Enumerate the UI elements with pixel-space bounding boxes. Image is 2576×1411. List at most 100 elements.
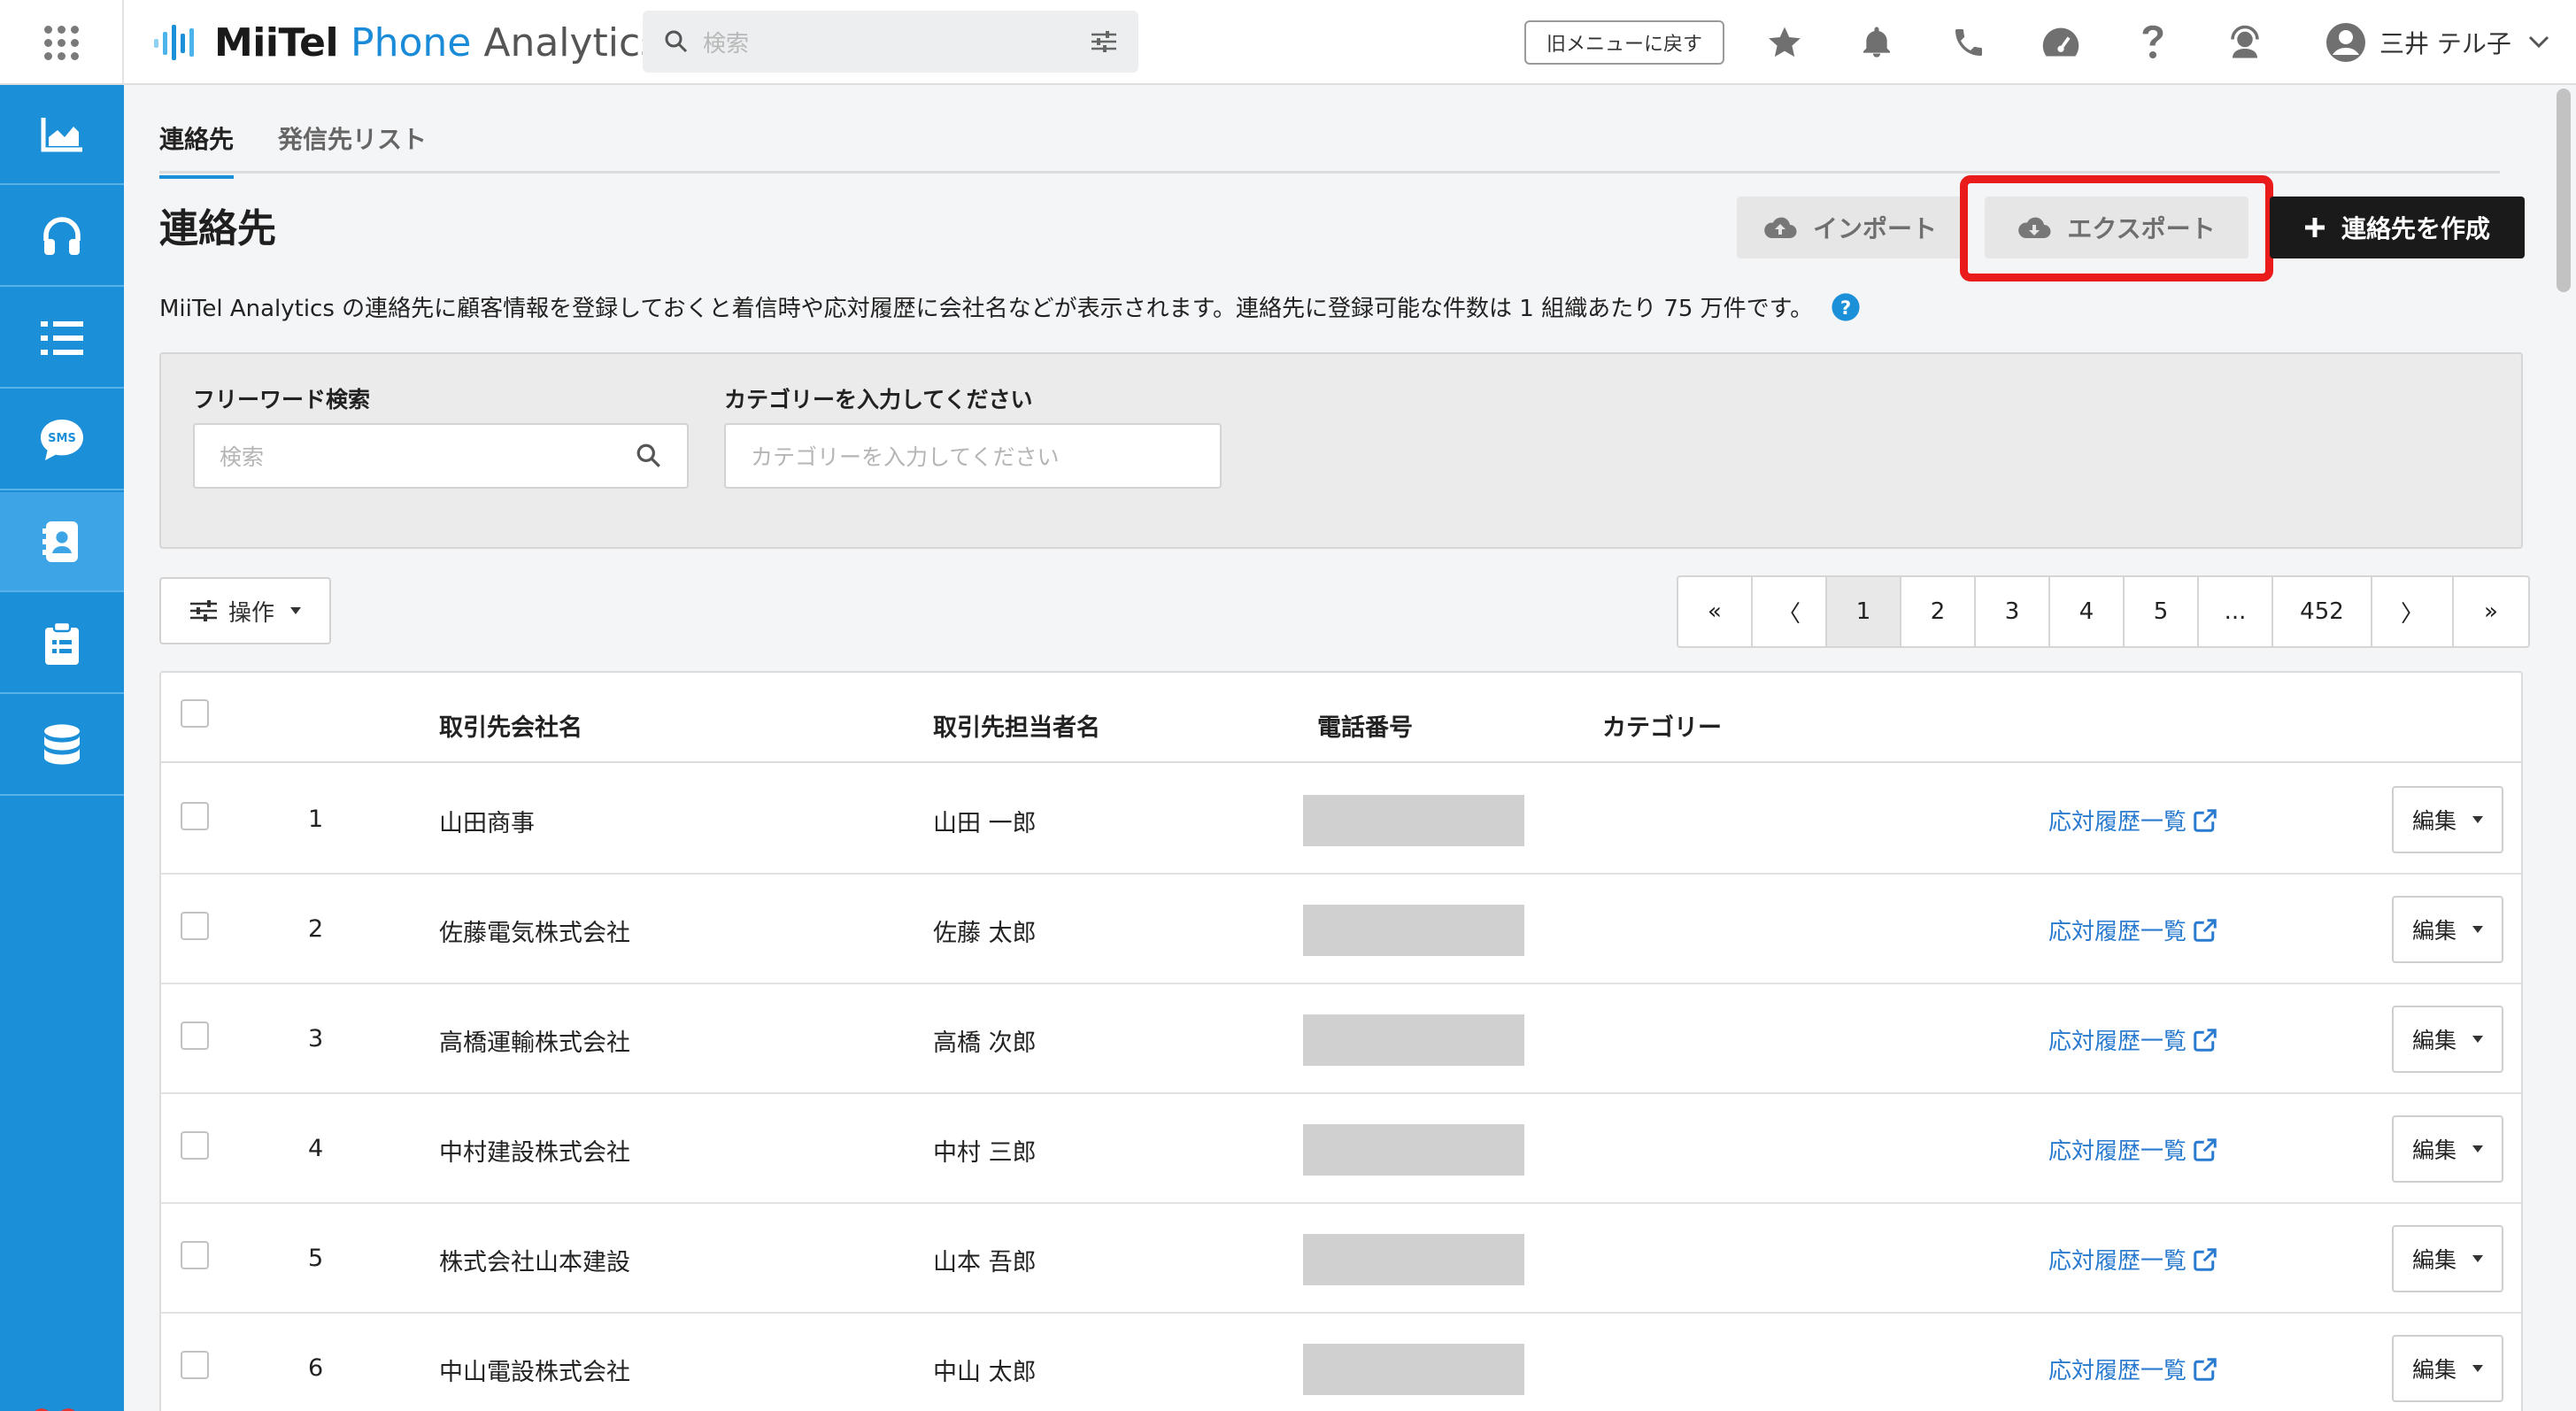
column-header-category[interactable]: カテゴリー bbox=[1602, 708, 1722, 743]
brand-logo[interactable]: MiiTel Phone Analytics bbox=[152, 16, 660, 69]
table-row: 4 中村建設株式会社 中村 三郎 応対履歴一覧 編集 bbox=[161, 1094, 2521, 1204]
import-button[interactable]: インポート bbox=[1737, 197, 1963, 258]
page-5[interactable]: 5 bbox=[2125, 577, 2199, 646]
caret-down-icon bbox=[2472, 1365, 2483, 1372]
category-input[interactable]: カテゴリーを入力してください bbox=[724, 423, 1222, 489]
table-row: 3 高橋運輸株式会社 高橋 次郎 応対履歴一覧 編集 bbox=[161, 984, 2521, 1094]
user-menu[interactable]: 三井 テル子 bbox=[2325, 19, 2550, 66]
call-history-label: 応対履歴一覧 bbox=[2048, 1248, 2187, 1275]
page-tabs: 連絡先 発信先リスト bbox=[159, 115, 2500, 179]
row-checkbox[interactable] bbox=[181, 802, 209, 830]
page-last-number[interactable]: 452 bbox=[2273, 577, 2372, 646]
sidebar-item-tasks[interactable] bbox=[0, 594, 124, 694]
sidebar-item-list[interactable] bbox=[0, 289, 124, 389]
call-history-link[interactable]: 応対履歴一覧 bbox=[2048, 1243, 2218, 1276]
operations-dropdown-button[interactable]: 操作 bbox=[159, 577, 331, 644]
page-4[interactable]: 4 bbox=[2050, 577, 2125, 646]
call-history-link[interactable]: 応対履歴一覧 bbox=[2048, 914, 2218, 946]
filter-panel: フリーワード検索 検索 カテゴリーを入力してください カテゴリーを入力してくださ… bbox=[159, 352, 2523, 549]
call-history-link[interactable]: 応対履歴一覧 bbox=[2048, 1133, 2218, 1166]
edit-dropdown-button[interactable]: 編集 bbox=[2392, 896, 2503, 963]
page-title: 連絡先 bbox=[159, 206, 276, 251]
company-name: 山田商事 bbox=[439, 810, 535, 837]
page-next[interactable]: 〉 bbox=[2372, 577, 2454, 646]
edit-dropdown-button[interactable]: 編集 bbox=[2392, 1006, 2503, 1073]
contact-name: 山本 吾郎 bbox=[933, 1249, 1037, 1276]
sidebar-item-calls[interactable] bbox=[0, 187, 124, 287]
company-name: 高橋運輸株式会社 bbox=[439, 1029, 630, 1057]
tab-call-list[interactable]: 発信先リスト bbox=[278, 120, 427, 156]
support-agent-icon[interactable] bbox=[2225, 23, 2264, 62]
sidebar-item-contacts[interactable] bbox=[0, 492, 124, 592]
caret-down-icon bbox=[2472, 816, 2483, 823]
filter-sliders-icon[interactable] bbox=[1091, 30, 1117, 53]
table-row: 5 株式会社山本建設 山本 吾郎 応対履歴一覧 編集 bbox=[161, 1204, 2521, 1314]
freeword-label: フリーワード検索 bbox=[193, 387, 371, 413]
external-link-icon bbox=[2194, 1247, 2217, 1271]
user-name: 三井 テル子 bbox=[2379, 29, 2511, 58]
row-checkbox[interactable] bbox=[181, 1351, 209, 1379]
old-menu-button[interactable]: 旧メニューに戻す bbox=[1524, 20, 1724, 65]
edit-label: 編集 bbox=[2411, 808, 2456, 834]
app-grid-icon[interactable] bbox=[0, 0, 124, 85]
edit-dropdown-button[interactable]: 編集 bbox=[2392, 1225, 2503, 1292]
call-history-link[interactable]: 応対履歴一覧 bbox=[2048, 1023, 2218, 1056]
tab-contacts[interactable]: 連絡先 bbox=[159, 120, 235, 179]
chevron-down-icon bbox=[2528, 35, 2549, 49]
global-search-input[interactable]: 検索 bbox=[643, 11, 1138, 73]
help-circle-icon[interactable]: ? bbox=[1831, 292, 1861, 322]
row-number: 2 bbox=[308, 915, 324, 943]
phone-icon[interactable] bbox=[1949, 23, 1988, 62]
row-number: 1 bbox=[308, 806, 324, 833]
row-checkbox[interactable] bbox=[181, 1022, 209, 1050]
row-checkbox[interactable] bbox=[181, 1131, 209, 1160]
call-history-label: 応対履歴一覧 bbox=[2048, 919, 2187, 945]
headset-icon bbox=[43, 216, 81, 255]
phone-number-redacted bbox=[1303, 795, 1524, 846]
sidebar-item-database[interactable] bbox=[0, 696, 124, 796]
page-last[interactable]: » bbox=[2454, 577, 2528, 646]
page-3[interactable]: 3 bbox=[1976, 577, 2050, 646]
select-all-checkbox[interactable] bbox=[181, 699, 209, 728]
freeword-search-input[interactable]: 検索 bbox=[193, 423, 689, 489]
react-devtools-icon[interactable] bbox=[18, 1404, 92, 1411]
phone-number-redacted bbox=[1303, 1234, 1524, 1285]
sliders-icon bbox=[189, 600, 217, 621]
row-checkbox[interactable] bbox=[181, 1241, 209, 1269]
column-header-company[interactable]: 取引先会社名 bbox=[439, 708, 582, 743]
row-checkbox[interactable] bbox=[181, 912, 209, 940]
contact-name: 中山 太郎 bbox=[933, 1359, 1037, 1386]
page-scrollbar[interactable] bbox=[2557, 89, 2571, 292]
row-number: 3 bbox=[308, 1025, 324, 1052]
page-1[interactable]: 1 bbox=[1827, 577, 1901, 646]
brand-analytics: Analytics bbox=[483, 19, 661, 66]
column-header-phone[interactable]: 電話番号 bbox=[1317, 708, 1413, 743]
edit-dropdown-button[interactable]: 編集 bbox=[2392, 1115, 2503, 1183]
sidebar-item-sms[interactable]: SMS bbox=[0, 390, 124, 490]
sidebar-item-analytics[interactable] bbox=[0, 85, 124, 185]
caret-down-icon bbox=[2472, 926, 2483, 933]
call-history-link[interactable]: 応対履歴一覧 bbox=[2048, 1353, 2218, 1385]
category-label: カテゴリーを入力してください bbox=[724, 387, 1033, 413]
edit-dropdown-button[interactable]: 編集 bbox=[2392, 1335, 2503, 1402]
call-history-link[interactable]: 応対履歴一覧 bbox=[2048, 804, 2218, 837]
category-placeholder: カテゴリーを入力してください bbox=[751, 444, 1060, 470]
edit-dropdown-button[interactable]: 編集 bbox=[2392, 786, 2503, 853]
description-text: MiiTel Analytics の連絡先に顧客情報を登録しておくと着信時や応対… bbox=[159, 296, 1814, 322]
speedometer-icon[interactable] bbox=[2041, 23, 2080, 62]
caret-down-icon bbox=[2472, 1036, 2483, 1043]
sidebar: SMS bbox=[0, 85, 124, 1411]
top-header: MiiTel Phone Analytics 検索 旧メニューに戻す 三井 テル… bbox=[0, 0, 2576, 85]
import-label: インポート bbox=[1812, 214, 1937, 243]
page-2[interactable]: 2 bbox=[1901, 577, 1976, 646]
help-question-icon[interactable] bbox=[2133, 23, 2172, 62]
plus-icon bbox=[2304, 218, 2325, 237]
page-first[interactable]: « bbox=[1678, 577, 1753, 646]
contact-name: 高橋 次郎 bbox=[933, 1029, 1037, 1057]
star-icon[interactable] bbox=[1765, 23, 1804, 62]
bell-icon[interactable] bbox=[1857, 23, 1896, 62]
column-header-contact[interactable]: 取引先担当者名 bbox=[933, 708, 1100, 743]
page-prev[interactable]: 〈 bbox=[1753, 577, 1827, 646]
contacts-table: 取引先会社名 取引先担当者名 電話番号 カテゴリー 1 山田商事 山田 一郎 応対履歴… bbox=[159, 671, 2523, 1411]
create-contact-button[interactable]: 連絡先を作成 bbox=[2270, 197, 2525, 258]
